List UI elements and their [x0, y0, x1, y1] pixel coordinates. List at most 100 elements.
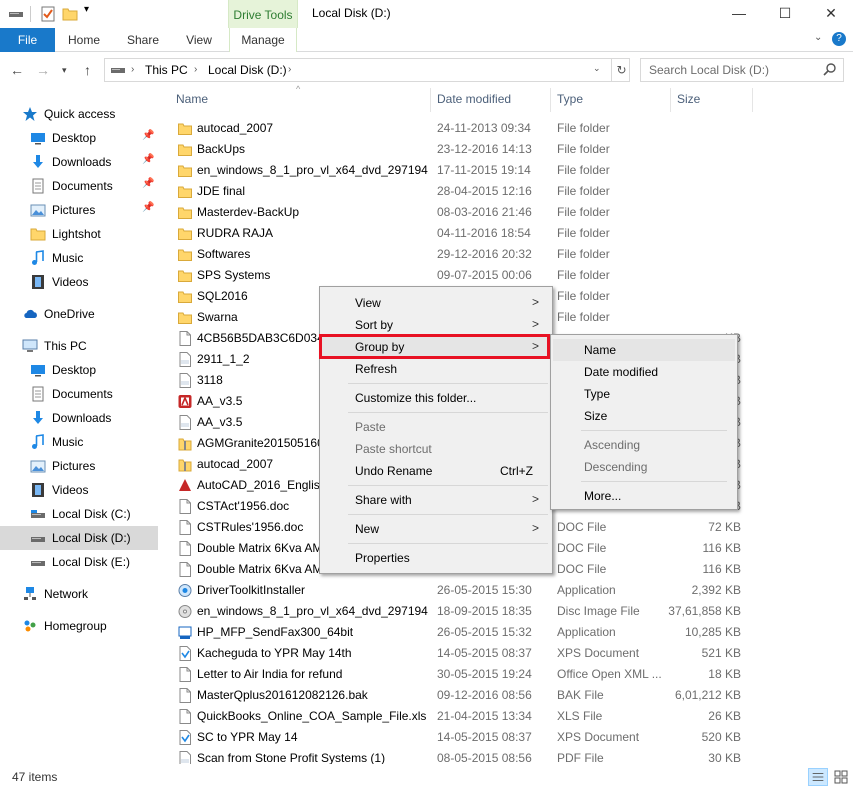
back-arrow-icon[interactable]: ← — [10, 62, 24, 78]
nav-item-downloads-pc[interactable]: Downloads — [0, 406, 158, 430]
nav-item-documents[interactable]: Documents 📌 — [0, 174, 158, 198]
nav-item-desktop-pc[interactable]: Desktop — [0, 358, 158, 382]
submenu-item-date-modified[interactable]: Date modified — [553, 361, 735, 383]
menu-item-refresh[interactable]: Refresh — [320, 358, 552, 380]
nav-item-local-disk-c[interactable]: Local Disk (C:) — [0, 502, 158, 526]
new-folder-icon[interactable] — [62, 6, 78, 22]
file-row[interactable]: JDE final 28-04-2015 12:16 File folder — [174, 181, 844, 202]
tab-manage[interactable]: Manage — [229, 28, 297, 52]
submenu-item-descending[interactable]: Descending — [553, 456, 735, 478]
menu-item-properties[interactable]: Properties — [320, 547, 552, 569]
computer-icon — [22, 339, 38, 352]
file-row[interactable]: Masterdev-BackUp 08-03-2016 21:46 File fol… — [174, 202, 844, 223]
file-row[interactable]: Scan from Stone Profit Systems (1) 08-05-… — [174, 748, 844, 764]
file-row[interactable]: en_windows_8_1_pro_vl_x64_dvd_297194... 1… — [174, 160, 844, 181]
file-row[interactable]: BackUps 23-12-2016 14:13 File folder — [174, 139, 844, 160]
nav-item-pictures[interactable]: Pictures 📌 — [0, 198, 158, 222]
column-size[interactable]: Size — [677, 92, 700, 106]
nav-item-desktop[interactable]: Desktop 📌 — [0, 126, 158, 150]
pin-icon[interactable]: 📌 — [142, 202, 154, 213]
nav-item-quick-access[interactable]: Quick access — [0, 102, 158, 126]
address-bar[interactable]: › This PC › Local Disk (D:) › ⌄ ↻ — [104, 58, 630, 82]
tab-view[interactable]: View — [176, 28, 222, 52]
nav-item-pictures-pc[interactable]: Pictures — [0, 454, 158, 478]
forward-arrow-icon[interactable]: → — [36, 62, 50, 78]
nav-item-homegroup[interactable]: Homegroup — [0, 614, 158, 638]
minimize-button[interactable]: — — [716, 0, 762, 28]
breadcrumb-this-pc[interactable]: This PC — [145, 63, 188, 77]
properties-icon[interactable] — [40, 6, 56, 22]
tab-share[interactable]: Share — [118, 28, 168, 52]
file-row[interactable]: Softwares 29-12-2016 20:32 File folder — [174, 244, 844, 265]
chevron-down-icon[interactable]: ⌄ — [593, 63, 601, 74]
nav-item-documents-pc[interactable]: Documents — [0, 382, 158, 406]
menu-item-new[interactable]: New > — [320, 518, 552, 540]
nav-item-onedrive[interactable]: OneDrive — [0, 302, 158, 326]
menu-item-customize-folder[interactable]: Customize this folder... — [320, 387, 552, 409]
pin-icon[interactable]: 📌 — [142, 154, 154, 165]
submenu-item-name[interactable]: Name — [553, 339, 735, 361]
column-divider[interactable] — [752, 88, 753, 112]
nav-item-local-disk-e[interactable]: Local Disk (E:) — [0, 550, 158, 574]
tab-file[interactable]: File — [0, 28, 55, 52]
column-divider[interactable] — [430, 88, 431, 112]
file-row[interactable]: RUDRA RAJA 04-11-2016 18:54 File folder — [174, 223, 844, 244]
file-row[interactable]: DriverToolkitInstaller 26-05-2015 15:30 Ap… — [174, 580, 844, 601]
file-row[interactable]: HP_MFP_SendFax300_64bit 26-05-2015 15:32 A… — [174, 622, 844, 643]
nav-item-network[interactable]: Network — [0, 582, 158, 606]
pin-icon[interactable]: 📌 — [142, 178, 154, 189]
chevron-down-icon[interactable]: ⌄ — [814, 32, 822, 43]
search-box[interactable] — [640, 58, 844, 82]
nav-item-music[interactable]: Music — [0, 246, 158, 270]
file-row[interactable]: SC to YPR May 14 14-05-2015 08:37 XPS Docu… — [174, 727, 844, 748]
menu-item-sort-by[interactable]: Sort by > — [320, 314, 552, 336]
up-arrow-icon[interactable]: ↑ — [84, 62, 91, 78]
file-row[interactable]: Kacheguda to YPR May 14th 14-05-2015 08:3… — [174, 643, 844, 664]
menu-item-share-with[interactable]: Share with > — [320, 489, 552, 511]
submenu-item-ascending[interactable]: Ascending — [553, 434, 735, 456]
details-view-icon[interactable] — [808, 768, 828, 786]
column-divider[interactable] — [550, 88, 551, 112]
scrollbar[interactable] — [840, 88, 853, 764]
breadcrumb-local-disk-d[interactable]: Local Disk (D:) — [208, 63, 287, 77]
file-row[interactable]: autocad_2007 24-11-2013 09:34 File folder — [174, 118, 844, 139]
nav-item-videos-pc[interactable]: Videos — [0, 478, 158, 502]
column-type[interactable]: Type — [557, 92, 583, 106]
file-row[interactable]: SPS Systems 09-07-2015 00:06 File folder — [174, 265, 844, 286]
file-row[interactable]: en_windows_8_1_pro_vl_x64_dvd_297194... 1… — [174, 601, 844, 622]
column-date-modified[interactable]: Date modified — [437, 92, 511, 106]
file-row[interactable]: MasterQplus201612082126.bak 09-12-2016 08… — [174, 685, 844, 706]
column-name[interactable]: Name — [176, 92, 208, 106]
file-row[interactable]: QuickBooks_Online_COA_Sample_File.xls 21-… — [174, 706, 844, 727]
nav-item-music-pc[interactable]: Music — [0, 430, 158, 454]
menu-item-view[interactable]: View > — [320, 292, 552, 314]
refresh-icon[interactable]: ↻ — [611, 59, 631, 81]
drive-icon[interactable] — [8, 6, 24, 22]
chevron-down-icon[interactable]: ▾ — [62, 65, 67, 76]
tab-home[interactable]: Home — [58, 28, 110, 52]
help-icon[interactable]: ? — [832, 32, 846, 46]
chevron-right-icon[interactable]: › — [288, 64, 291, 75]
submenu-item-size[interactable]: Size — [553, 405, 735, 427]
pin-icon[interactable]: 📌 — [142, 130, 154, 141]
menu-item-paste[interactable]: Paste — [320, 416, 552, 438]
close-button[interactable]: ✕ — [808, 0, 853, 28]
customize-toolbar-icon[interactable]: ▾ — [84, 4, 100, 20]
search-icon[interactable] — [823, 62, 837, 76]
menu-item-undo-rename[interactable]: Undo Rename Ctrl+Z — [320, 460, 552, 482]
nav-item-this-pc[interactable]: This PC — [0, 334, 158, 358]
submenu-item-more[interactable]: More... — [553, 485, 735, 507]
column-divider[interactable] — [670, 88, 671, 112]
large-icons-view-icon[interactable] — [832, 768, 850, 786]
chevron-right-icon[interactable]: › — [131, 64, 134, 75]
submenu-item-type[interactable]: Type — [553, 383, 735, 405]
nav-item-lightshot[interactable]: Lightshot — [0, 222, 158, 246]
chevron-right-icon[interactable]: › — [194, 64, 197, 75]
menu-item-paste-shortcut[interactable]: Paste shortcut — [320, 438, 552, 460]
nav-item-videos[interactable]: Videos — [0, 270, 158, 294]
file-row[interactable]: Letter to Air India for refund 30-05-2015… — [174, 664, 844, 685]
nav-item-local-disk-d[interactable]: Local Disk (D:) — [0, 526, 158, 550]
maximize-button[interactable]: ☐ — [762, 0, 808, 28]
nav-item-downloads[interactable]: Downloads 📌 — [0, 150, 158, 174]
search-input[interactable] — [641, 59, 821, 81]
